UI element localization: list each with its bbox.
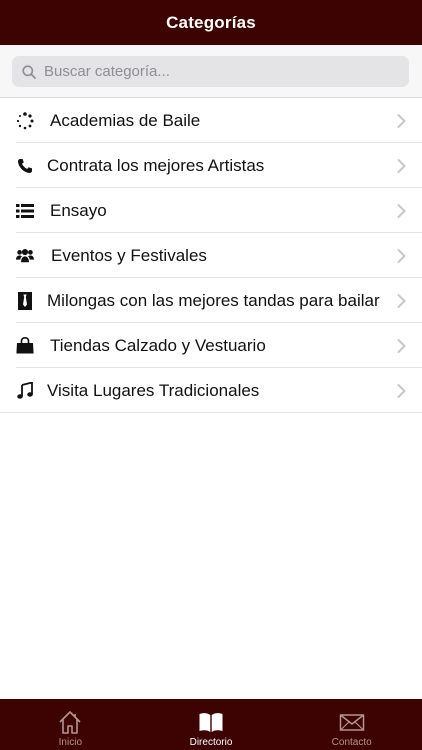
category-label: Ensayo — [50, 200, 107, 220]
category-label: Contrata los mejores Artistas — [47, 155, 265, 175]
list-icon — [16, 202, 34, 220]
category-row-milongas[interactable]: Milongas con las mejores tandas para bai… — [0, 278, 422, 323]
home-icon — [59, 711, 81, 734]
phone-icon — [16, 157, 34, 175]
category-label: Tiendas Calzado y Vestuario — [50, 335, 266, 355]
users-icon — [16, 247, 34, 265]
search-input[interactable] — [44, 57, 384, 86]
chevron-right-icon — [397, 113, 406, 128]
search-icon — [22, 64, 36, 79]
category-row-tiendas[interactable]: Tiendas Calzado y Vestuario — [0, 323, 422, 368]
chevron-right-icon — [397, 383, 406, 398]
category-label: Visita Lugares Tradicionales — [47, 380, 260, 400]
category-row-artistas[interactable]: Contrata los mejores Artistas — [0, 143, 422, 188]
tab-label: Contacto — [331, 737, 372, 748]
chevron-right-icon — [397, 293, 406, 308]
music-note-icon — [16, 382, 34, 400]
category-list: Academias de Baile Contrata los mejores … — [0, 98, 422, 413]
category-row-ensayo[interactable]: Ensayo — [0, 188, 422, 233]
tab-directorio[interactable]: Directorio — [141, 699, 282, 750]
search-box[interactable] — [12, 56, 409, 87]
category-row-academias[interactable]: Academias de Baile — [0, 98, 422, 143]
tab-contacto[interactable]: Contacto — [281, 699, 422, 750]
chevron-right-icon — [397, 158, 406, 173]
category-row-lugares[interactable]: Visita Lugares Tradicionales — [0, 368, 422, 413]
spinner-icon — [16, 111, 34, 130]
book-icon — [199, 713, 223, 732]
tie-icon — [16, 291, 34, 310]
search-bar — [0, 45, 422, 98]
tab-inicio[interactable]: Inicio — [0, 699, 141, 750]
tab-label: Inicio — [58, 737, 83, 748]
category-row-eventos[interactable]: Eventos y Festivales — [0, 233, 422, 278]
chevron-right-icon — [397, 203, 406, 218]
shopping-bag-icon — [16, 337, 34, 355]
nav-bar: Categorías — [0, 0, 422, 45]
tab-bar: Inicio Directorio Contacto — [0, 699, 422, 750]
category-label: Academias de Baile — [50, 110, 201, 130]
envelope-icon — [339, 714, 364, 731]
category-label: Milongas con las mejores tandas para bai… — [47, 290, 380, 310]
chevron-right-icon — [397, 248, 406, 263]
category-label: Eventos y Festivales — [51, 245, 207, 265]
chevron-right-icon — [397, 338, 406, 353]
tab-label: Directorio — [189, 737, 233, 748]
page-title: Categorías — [166, 12, 256, 32]
